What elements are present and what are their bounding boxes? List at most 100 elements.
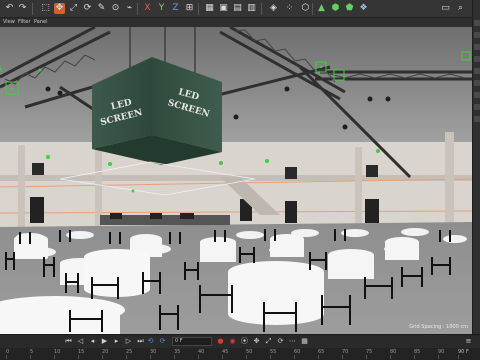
- rotation-key-icon[interactable]: ⟳: [276, 337, 285, 346]
- timeline-ruler[interactable]: 0 5 10 15 20 25 30 35 40 45 50 55 60 65 …: [0, 348, 480, 360]
- balcony-window: [285, 167, 297, 179]
- grid-spacing-label: Grid Spacing : 1000 cm: [409, 324, 468, 330]
- toolbar-divider: [137, 3, 138, 15]
- palette-tool-icon[interactable]: [474, 104, 480, 110]
- scale-icon[interactable]: ⤢: [68, 3, 79, 14]
- timeline-menu-icon[interactable]: ≡: [464, 337, 473, 346]
- previous-frame-icon[interactable]: ◂: [88, 337, 97, 346]
- autokey-icon[interactable]: ◉: [228, 337, 237, 346]
- ruler-tick: 80: [390, 349, 397, 359]
- record-mode-icon[interactable]: ⟳: [158, 337, 167, 346]
- ruler-tick: 75: [366, 349, 373, 359]
- ruler-tick: 60: [294, 349, 301, 359]
- palette-tool-icon[interactable]: [474, 80, 480, 86]
- next-key-icon[interactable]: ▷: [124, 337, 133, 346]
- redo-icon[interactable]: ↷: [17, 3, 28, 14]
- previous-key-icon[interactable]: ◁: [76, 337, 85, 346]
- edge-mode-icon[interactable]: ⬡: [300, 3, 311, 14]
- ruler-tick: 30: [150, 349, 157, 359]
- playback-controls: ⏮ ◁ ◂ ▶ ▸ ▷ ⏭ ⟲ ⟳ 0 F ● ◉ ⦿ ✥ ⤢ ⟳ ⋯ ▦ ≡: [0, 335, 480, 348]
- ruler-tick: 70: [342, 349, 349, 359]
- balcony-window: [366, 165, 378, 177]
- layout-icon[interactable]: ▭: [440, 3, 451, 14]
- z-axis-icon[interactable]: Z: [170, 3, 181, 14]
- undo-icon[interactable]: ↶: [4, 3, 15, 14]
- current-frame-field[interactable]: 0 F: [172, 337, 212, 346]
- position-key-icon[interactable]: ✥: [252, 337, 261, 346]
- point-level-key-icon[interactable]: ▦: [300, 337, 309, 346]
- doorway: [365, 199, 379, 223]
- y-axis-icon[interactable]: Y: [156, 3, 167, 14]
- 3d-viewport[interactable]: LED SCREEN LED SCREEN Grid Spacing: 100…: [0, 27, 472, 334]
- palette-tool-icon[interactable]: [474, 20, 480, 26]
- select-icon[interactable]: ⬚: [40, 3, 51, 14]
- stage-monitor: [180, 213, 194, 219]
- doorway: [30, 197, 44, 223]
- rotate-icon[interactable]: ⟳: [82, 3, 93, 14]
- live-select-icon[interactable]: ✎: [96, 3, 107, 14]
- ruler-tick: 50: [246, 349, 253, 359]
- scale-key-icon[interactable]: ⤢: [264, 337, 273, 346]
- ruler-tick: 15: [78, 349, 85, 359]
- palette-tool-icon[interactable]: [474, 92, 480, 98]
- ruler-tick: 25: [126, 349, 133, 359]
- menu-view[interactable]: View: [3, 18, 15, 27]
- model-mode-icon[interactable]: ◈: [268, 3, 279, 14]
- ruler-tick: 0: [6, 349, 10, 359]
- ruler-tick: 55: [270, 349, 277, 359]
- ruler-tick: 20: [102, 349, 109, 359]
- toolbar-divider: [198, 3, 199, 15]
- cube-icon[interactable]: ⬢: [330, 3, 341, 14]
- render-view-icon[interactable]: ▦: [204, 3, 215, 14]
- menu-filter[interactable]: Filter: [18, 18, 30, 27]
- right-tool-palette: [472, 0, 480, 334]
- palette-tool-icon[interactable]: [474, 116, 480, 122]
- viewport-menu-bar: View Filter Panel: [0, 18, 472, 27]
- ruler-tick: 90: [438, 349, 445, 359]
- render-settings-icon[interactable]: ▤: [232, 3, 243, 14]
- palette-tool-icon[interactable]: [474, 44, 480, 50]
- ruler-tick: 10: [54, 349, 61, 359]
- end-frame-label: 90 F: [458, 349, 469, 359]
- balcony-window: [32, 163, 44, 175]
- toolbar-divider: [261, 3, 262, 15]
- column: [18, 145, 25, 230]
- go-to-start-icon[interactable]: ⏮: [64, 337, 73, 346]
- menu-panel[interactable]: Panel: [34, 18, 48, 27]
- param-key-icon[interactable]: ⋯: [288, 337, 297, 346]
- ruler-tick: 45: [222, 349, 229, 359]
- doorway: [285, 201, 297, 223]
- picture-viewer-icon[interactable]: ▥: [246, 3, 257, 14]
- record-key-icon[interactable]: ●: [216, 337, 225, 346]
- palette-tool-icon[interactable]: [474, 68, 480, 74]
- column: [445, 132, 454, 232]
- stage-monitor: [110, 213, 122, 219]
- ruler-tick: 5: [30, 349, 34, 359]
- scene-render: LED SCREEN LED SCREEN: [0, 27, 472, 334]
- ruler-tick: 40: [198, 349, 205, 359]
- ruler-tick: 65: [318, 349, 325, 359]
- column: [355, 147, 362, 227]
- coordinate-system-icon[interactable]: ⊞: [184, 3, 195, 14]
- go-to-end-icon[interactable]: ⏭: [136, 337, 145, 346]
- magnet-icon[interactable]: ⌁: [124, 3, 135, 14]
- ruler-tick: 35: [174, 349, 181, 359]
- ruler-tick: 85: [414, 349, 421, 359]
- play-icon[interactable]: ▶: [100, 337, 109, 346]
- point-mode-icon[interactable]: ⁘: [284, 3, 295, 14]
- move-icon[interactable]: ✥: [54, 3, 65, 14]
- generator-icon[interactable]: ⬟: [344, 3, 355, 14]
- snap-icon[interactable]: ⊙: [110, 3, 121, 14]
- keyframe-selection-icon[interactable]: ⦿: [240, 337, 249, 346]
- stage-monitor: [150, 213, 162, 219]
- deformer-icon[interactable]: ❖: [358, 3, 369, 14]
- x-axis-icon[interactable]: X: [142, 3, 153, 14]
- warning-icon[interactable]: ▲: [316, 3, 327, 14]
- palette-tool-icon[interactable]: [474, 32, 480, 38]
- next-frame-icon[interactable]: ▸: [112, 337, 121, 346]
- loop-icon[interactable]: ⟲: [146, 337, 155, 346]
- search-icon[interactable]: ⌕: [455, 3, 466, 14]
- palette-tool-icon[interactable]: [474, 56, 480, 62]
- main-toolbar: ↶ ↷ ⬚ ✥ ⤢ ⟳ ✎ ⊙ ⌁ X Y Z ⊞ ▦ ▣ ▤ ▥ ◈ ⁘ ⬡ …: [0, 0, 480, 18]
- render-region-icon[interactable]: ▣: [218, 3, 229, 14]
